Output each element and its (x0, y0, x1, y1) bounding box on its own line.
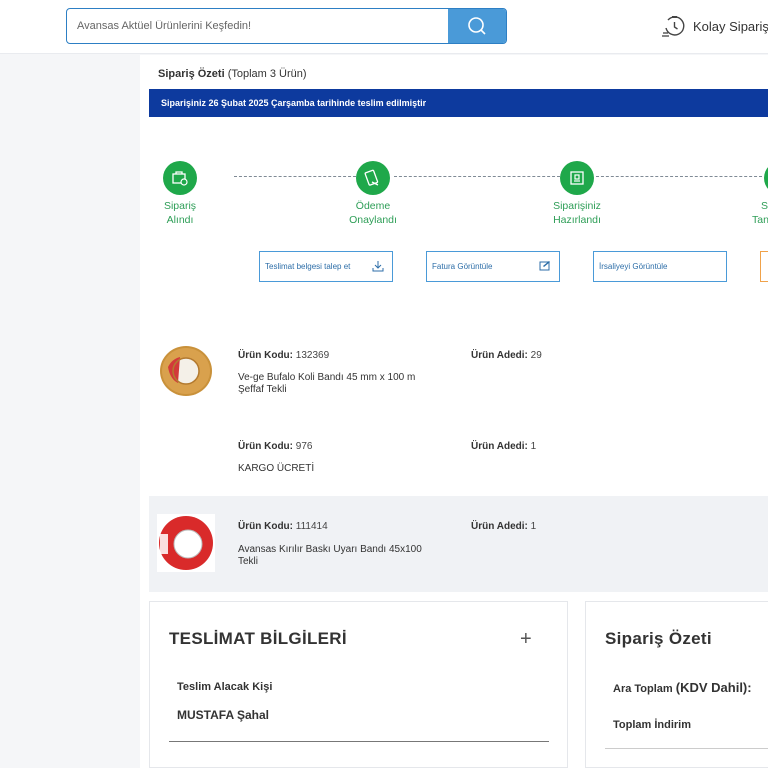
product-code: Ürün Kodu: 111414 (238, 521, 328, 532)
request-delivery-document-label: Teslimat belgesi talep et (265, 262, 351, 271)
product-code-value: 976 (295, 441, 313, 452)
step-order-received: Sipariş Alındı (144, 161, 216, 227)
payment-icon (364, 169, 379, 186)
order-item-count: (Toplam 3 Ürün) (227, 68, 307, 80)
delivery-status-banner: Siparişiniz 26 Şubat 2025 Çarşamba tarih… (149, 89, 768, 117)
product-code-value: 132369 (295, 350, 330, 361)
recipient-label: Teslim Alacak Kişi (177, 681, 273, 693)
product-row: Ürün Kodu: 132369 Ürün Adedi: 29 Ve-ge B… (149, 325, 768, 415)
step-circle (560, 161, 594, 195)
step-connector (596, 176, 762, 177)
divider (605, 748, 768, 749)
subtotal-label-text: Ara Toplam (613, 683, 673, 695)
step-label-line2: Hazırlandı (553, 214, 601, 226)
step-payment-approved: Ödeme Onaylandı (337, 161, 409, 227)
product-quantity-label: Ürün Adedi: (471, 521, 528, 532)
view-invoice-button[interactable]: Fatura Görüntüle (426, 251, 560, 282)
search-input[interactable] (67, 9, 449, 43)
order-summary-heading: Sipariş Özeti (Toplam 3 Ürün) (158, 68, 307, 80)
additional-action-button[interactable] (760, 251, 768, 282)
view-waybill-label: İrsaliyeyi Görüntüle (599, 262, 668, 271)
product-quantity: Ürün Adedi: 1 (471, 441, 536, 452)
step-circle (163, 161, 197, 195)
product-quantity: Ürün Adedi: 1 (471, 521, 536, 532)
product-code-label: Ürün Kodu: (238, 441, 293, 452)
view-invoice-label: Fatura Görüntüle (432, 262, 493, 271)
request-delivery-document-button[interactable]: Teslimat belgesi talep et (259, 251, 393, 282)
search-box (66, 8, 507, 44)
product-code-value: 111414 (295, 521, 328, 532)
order-received-icon (172, 171, 188, 186)
product-code-label: Ürün Kodu: (238, 521, 293, 532)
delivery-info-card: TESLİMAT BİLGİLERİ + Teslim Alacak Kişi … (149, 601, 568, 768)
subtotal-vat-note: (KDV Dahil): (675, 680, 752, 695)
tape-product-image (160, 346, 212, 396)
total-discount-label: Toplam İndirim (613, 719, 692, 731)
step-label-line2: Onaylandı (349, 214, 397, 226)
product-quantity-value: 1 (530, 521, 537, 532)
divider (169, 741, 549, 742)
step-circle (764, 161, 768, 195)
product-quantity-label: Ürün Adedi: (471, 350, 528, 361)
product-name[interactable]: Avansas Kırılır Baskı Uyarı Bandı 45x100… (238, 544, 438, 568)
product-code-label: Ürün Kodu: (238, 350, 293, 361)
step-delivered: S Tan (752, 161, 768, 227)
product-name[interactable]: KARGO ÜCRETİ (238, 463, 438, 475)
product-quantity-value: 29 (530, 350, 542, 361)
step-label-line2: Alındı (166, 214, 194, 226)
subtotal-label: Ara Toplam (KDV Dahil): (613, 680, 752, 695)
step-order-prepared: Siparişiniz Hazırlandı (541, 161, 613, 227)
expand-plus-icon[interactable]: + (520, 628, 532, 651)
step-label-line1: Sipariş (163, 200, 197, 212)
search-button[interactable] (448, 9, 506, 43)
product-name[interactable]: Ve-ge Bufalo Koli Bandı 45 mm x 100 m Şe… (238, 372, 438, 396)
order-summary-card: Sipariş Özeti Ara Toplam (KDV Dahil): To… (585, 601, 768, 768)
product-quantity-label: Ürün Adedi: (471, 441, 528, 452)
download-icon (372, 261, 384, 272)
step-connector (394, 176, 560, 177)
fragile-tape-product-image (157, 514, 215, 572)
kolay-siparis-label: Kolay Sipariş (693, 19, 768, 34)
product-code: Ürün Kodu: 132369 (238, 350, 329, 361)
search-icon (468, 17, 486, 35)
step-label-line1: Siparişiniz (553, 200, 601, 212)
product-row: Ürün Kodu: 976 Ürün Adedi: 1 KARGO ÜCRET… (149, 415, 768, 495)
package-prepared-icon (570, 171, 584, 185)
product-quantity: Ürün Adedi: 29 (471, 350, 542, 361)
step-label-line2: Tan (752, 214, 768, 226)
product-code: Ürün Kodu: 976 (238, 441, 312, 452)
kolay-siparis-link[interactable]: Kolay Sipariş (662, 14, 768, 39)
step-label-line1: S (761, 200, 768, 212)
order-summary-card-title: Sipariş Özeti (605, 629, 712, 648)
invoice-icon (539, 261, 550, 271)
recipient-name: MUSTAFA Şahal (177, 708, 270, 722)
fast-order-clock-icon (662, 16, 685, 37)
order-summary-title: Sipariş Özeti (158, 68, 225, 80)
step-circle (356, 161, 390, 195)
product-quantity-value: 1 (530, 441, 537, 452)
delivery-info-title: TESLİMAT BİLGİLERİ (169, 629, 347, 648)
step-label-line1: Ödeme (355, 200, 391, 212)
left-sidebar (0, 55, 140, 768)
product-row: Ürün Kodu: 111414 Ürün Adedi: 1 Avansas … (149, 496, 768, 592)
top-header: Kolay Sipariş (0, 0, 768, 54)
view-waybill-button[interactable]: İrsaliyeyi Görüntüle (593, 251, 727, 282)
